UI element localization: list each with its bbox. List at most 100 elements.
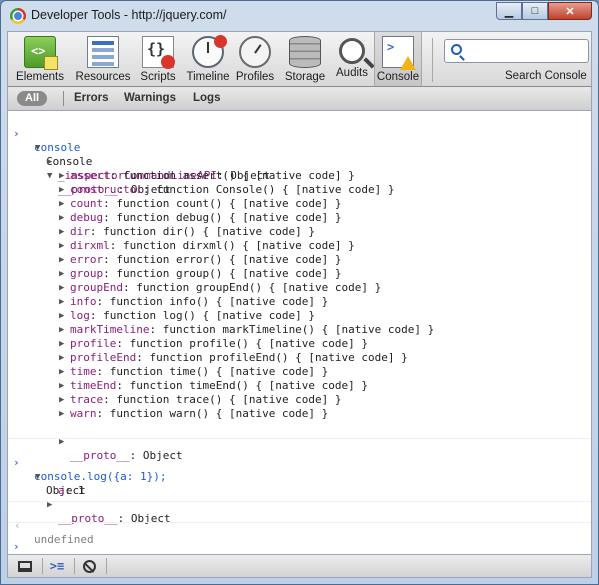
collapsed-triangle-icon[interactable] bbox=[59, 197, 64, 211]
object-root-row[interactable]: Console bbox=[8, 127, 591, 168]
method-row[interactable]: constructor: function Console() { [nativ… bbox=[8, 183, 591, 197]
method-value: function timeEnd() { [native code] } bbox=[129, 379, 369, 392]
method-key: group bbox=[70, 267, 104, 280]
method-row[interactable]: count: function count() { [native code] … bbox=[8, 197, 591, 211]
property-row[interactable]: _inspectorCommandLineAPI: Object bbox=[8, 141, 591, 182]
method-value: function count() { [native code] } bbox=[116, 197, 342, 210]
filter-errors-button[interactable]: Errors bbox=[74, 91, 109, 106]
prompt-icon: › bbox=[13, 540, 20, 553]
search-input[interactable] bbox=[469, 42, 584, 60]
method-list: assert: function assert() { [native code… bbox=[8, 169, 591, 421]
method-row[interactable]: time: function time() { [native code] } bbox=[8, 365, 591, 379]
collapsed-triangle-icon[interactable] bbox=[59, 239, 64, 253]
console-toggle-icon: >≡ bbox=[49, 559, 65, 573]
collapsed-triangle-icon[interactable] bbox=[59, 365, 64, 379]
object-root-row[interactable]: Object bbox=[8, 456, 591, 497]
method-row[interactable]: debug: function debug() { [native code] … bbox=[8, 211, 591, 225]
console-entry: › console.log({a: 1}); Object a: 1 __pro… bbox=[8, 439, 591, 525]
method-row[interactable]: profileEnd: function profileEnd() { [nat… bbox=[8, 351, 591, 365]
toolbar-divider bbox=[432, 38, 433, 82]
console-toggle-button[interactable]: >≡ bbox=[46, 557, 68, 575]
method-key: constructor bbox=[70, 183, 143, 196]
status-divider bbox=[74, 558, 75, 574]
minimize-button[interactable]: ▁ bbox=[496, 2, 522, 20]
tab-profiles[interactable]: Profiles bbox=[234, 32, 276, 86]
method-value: function markTimeline() { [native code] … bbox=[162, 323, 435, 336]
collapsed-triangle-icon[interactable] bbox=[59, 169, 64, 183]
method-key: info bbox=[70, 295, 97, 308]
title-bar[interactable]: Developer Tools - http://jquery.com/ ▁ □… bbox=[1, 1, 598, 31]
method-row[interactable]: info: function info() { [native code] } bbox=[8, 295, 591, 309]
method-key: count bbox=[70, 197, 104, 210]
collapsed-triangle-icon[interactable] bbox=[59, 211, 64, 225]
method-value: function Console() { [native code] } bbox=[156, 183, 395, 196]
panel-toolbar: Elements Resources Scripts Timeline Prof… bbox=[7, 31, 592, 87]
collapsed-triangle-icon[interactable] bbox=[59, 281, 64, 295]
collapsed-triangle-icon[interactable] bbox=[59, 295, 64, 309]
console-prompt-row[interactable]: › bbox=[8, 523, 591, 553]
maximize-button[interactable]: □ bbox=[522, 2, 548, 20]
tab-elements[interactable]: Elements bbox=[14, 32, 66, 86]
method-row[interactable]: markTimeline: function markTimeline() { … bbox=[8, 323, 591, 337]
method-row[interactable]: group: function group() { [native code] … bbox=[8, 267, 591, 281]
console-output[interactable]: › console Console _inspectorCommandLineA… bbox=[7, 111, 592, 554]
tab-audits[interactable]: Audits bbox=[332, 32, 372, 86]
method-value: function error() { [native code] } bbox=[116, 253, 342, 266]
proto-row[interactable]: __proto__: Object bbox=[8, 155, 591, 196]
method-row[interactable]: trace: function trace() { [native code] … bbox=[8, 393, 591, 407]
tab-timeline-label: Timeline bbox=[186, 71, 230, 83]
method-row[interactable]: error: function error() { [native code] … bbox=[8, 253, 591, 267]
collapsed-triangle-icon[interactable] bbox=[59, 267, 64, 281]
console-command-line: › console bbox=[8, 113, 591, 154]
collapsed-triangle-icon[interactable] bbox=[59, 407, 64, 421]
collapsed-triangle-icon[interactable] bbox=[59, 393, 64, 407]
dock-button[interactable] bbox=[14, 557, 36, 575]
filter-all-button[interactable]: All bbox=[17, 91, 48, 106]
method-value: function assert() { [native code] } bbox=[123, 169, 355, 182]
search-box[interactable] bbox=[444, 39, 589, 63]
collapsed-triangle-icon[interactable] bbox=[59, 225, 64, 239]
method-key: log bbox=[70, 309, 90, 322]
tab-scripts[interactable]: Scripts bbox=[136, 32, 180, 86]
method-row[interactable]: warn: function warn() { [native code] } bbox=[8, 407, 591, 421]
method-row[interactable]: dir: function dir() { [native code] } bbox=[8, 225, 591, 239]
tab-timeline[interactable]: Timeline bbox=[183, 32, 233, 86]
close-button[interactable]: ✕ bbox=[548, 2, 592, 20]
elements-icon bbox=[24, 36, 58, 70]
property-row: a: 1 bbox=[58, 484, 85, 497]
collapsed-triangle-icon[interactable] bbox=[59, 351, 64, 365]
tab-resources[interactable]: Resources bbox=[72, 32, 134, 86]
collapsed-triangle-icon[interactable] bbox=[59, 323, 64, 337]
tab-scripts-label: Scripts bbox=[140, 71, 176, 83]
tab-storage[interactable]: Storage bbox=[282, 32, 328, 86]
proto-row[interactable]: __proto__: Object bbox=[8, 484, 591, 525]
method-row[interactable]: timeEnd: function timeEnd() { [native co… bbox=[8, 379, 591, 393]
collapsed-triangle-icon[interactable] bbox=[59, 379, 64, 393]
devtools-window: Developer Tools - http://jquery.com/ ▁ □… bbox=[0, 0, 599, 585]
storage-icon bbox=[289, 36, 321, 68]
method-value: function profile() { [native code] } bbox=[129, 337, 369, 350]
filter-logs-button[interactable]: Logs bbox=[193, 91, 220, 106]
clear-icon bbox=[82, 559, 96, 573]
method-row[interactable]: profile: function profile() { [native co… bbox=[8, 337, 591, 351]
method-key: warn bbox=[70, 407, 97, 420]
tab-resources-label: Resources bbox=[75, 71, 131, 83]
method-row[interactable]: dirxml: function dirxml() { [native code… bbox=[8, 239, 591, 253]
console-input[interactable] bbox=[34, 526, 574, 540]
clear-console-button[interactable] bbox=[78, 557, 100, 575]
collapsed-triangle-icon[interactable] bbox=[59, 309, 64, 323]
method-value: function trace() { [native code] } bbox=[116, 393, 342, 406]
collapsed-triangle-icon[interactable] bbox=[59, 337, 64, 351]
method-row[interactable]: groupEnd: function groupEnd() { [native … bbox=[8, 281, 591, 295]
search-label: Search Console bbox=[505, 70, 587, 82]
method-row[interactable]: assert: function assert() { [native code… bbox=[8, 169, 591, 183]
filter-warnings-button[interactable]: Warnings bbox=[124, 91, 176, 106]
collapsed-triangle-icon[interactable] bbox=[59, 253, 64, 267]
method-value: function group() { [native code] } bbox=[116, 267, 342, 280]
method-row[interactable]: log: function log() { [native code] } bbox=[8, 309, 591, 323]
method-key: assert bbox=[70, 169, 110, 182]
method-key: time bbox=[70, 365, 97, 378]
inner-proto-row[interactable]: __proto__: Object bbox=[8, 421, 591, 462]
tab-console[interactable]: Console bbox=[374, 32, 422, 86]
collapsed-triangle-icon[interactable] bbox=[59, 183, 64, 197]
